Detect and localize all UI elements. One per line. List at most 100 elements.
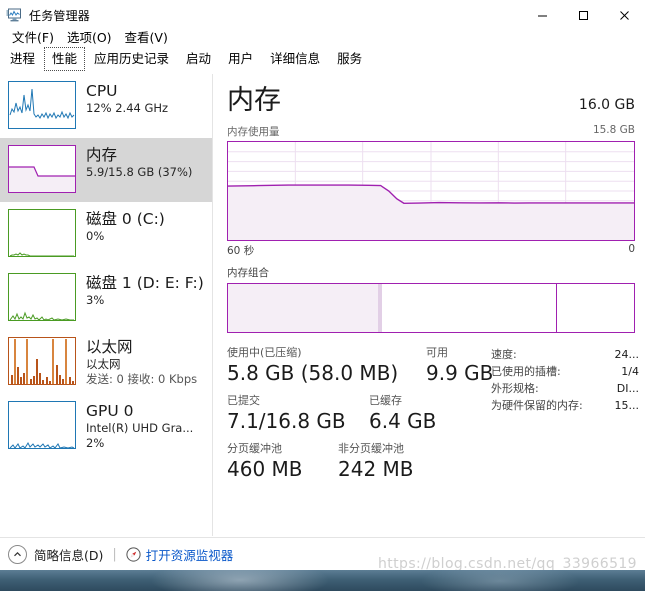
menu-bar: 文件(F) 选项(O) 查看(V) <box>0 26 645 46</box>
sidebar-item-gpu0[interactable]: GPU 0 Intel(R) UHD Gra... 2% <box>0 394 212 458</box>
hw-row-slots: 已使用的插槽: 1/4 <box>491 363 639 380</box>
sidebar-item-sub2: 发送: 0 接收: 0 Kbps <box>86 372 198 386</box>
sidebar-item-sub: Intel(R) UHD Gra... <box>86 421 194 435</box>
memory-usage-graph[interactable] <box>227 141 635 241</box>
graph-header: 内存使用量 15.8 GB <box>227 124 635 139</box>
compass-icon[interactable] <box>126 546 141 562</box>
hw-value: DI... <box>616 382 639 395</box>
stat-nonpaged-pool: 非分页缓冲池 242 MB <box>338 441 414 482</box>
menu-file[interactable]: 文件(F) <box>6 26 61 47</box>
sidebar-item-sub: 12% 2.44 GHz <box>86 101 169 115</box>
hw-row-reserved: 为硬件保留的内存: 15... <box>491 397 639 414</box>
memory-composition-bar[interactable] <box>227 283 635 333</box>
composition-title: 内存组合 <box>227 267 269 279</box>
status-separator: | <box>112 546 117 562</box>
taskmanager-icon <box>5 6 23 24</box>
task-manager-window: 任务管理器 文件(F) 选项(O) 查看(V) 进程 性能 应用历史记录 启动 … <box>0 0 645 591</box>
window-title: 任务管理器 <box>29 8 91 23</box>
sidebar-item-memory[interactable]: 内存 5.9/15.8 GB (37%) <box>0 138 212 202</box>
desktop-highlight-right <box>420 570 580 591</box>
stat-value: 242 MB <box>338 457 414 481</box>
hw-row-speed: 速度: 24... <box>491 346 639 363</box>
gpu0-thumbnail <box>8 401 76 449</box>
tab-services[interactable]: 服务 <box>329 47 370 71</box>
desktop-background <box>0 570 645 591</box>
stat-paged-pool: 分页缓冲池 460 MB <box>227 441 303 482</box>
content-area: CPU 12% 2.44 GHz 内存 5.9/15.8 GB (37%) 磁盘… <box>0 74 645 536</box>
graph-time-right: 0 <box>628 243 635 255</box>
hw-value: 15... <box>614 399 640 412</box>
stat-available: 可用 9.9 GB <box>426 345 493 386</box>
hw-value: 24... <box>614 348 640 361</box>
stat-value: 7.1/16.8 GB <box>227 409 346 433</box>
graph-axis-labels: 60 秒 0 <box>227 243 635 258</box>
hw-caption: 外形规格: <box>491 382 539 395</box>
hw-caption: 已使用的插槽: <box>491 365 561 378</box>
composition-segment-free <box>556 284 634 332</box>
composition-segment-standby <box>382 284 557 332</box>
hw-value: 1/4 <box>621 365 639 378</box>
sidebar-item-title: 内存 <box>86 146 118 164</box>
hw-caption: 为硬件保留的内存: <box>491 399 583 412</box>
sidebar-item-disk1[interactable]: 磁盘 1 (D: E: F:) 3% <box>0 266 212 330</box>
stat-value: 9.9 GB <box>426 361 494 385</box>
stat-value: 6.4 GB <box>369 409 437 433</box>
sidebar-item-sub: 3% <box>86 293 105 307</box>
stat-caption: 使用中(已压缩) <box>227 346 302 359</box>
sidebar-item-ethernet[interactable]: 以太网 以太网 发送: 0 接收: 0 Kbps <box>0 330 212 394</box>
sidebar-item-title: 磁盘 0 (C:) <box>86 210 165 228</box>
stat-value: 460 MB <box>227 457 303 481</box>
chevron-up-icon[interactable] <box>8 544 27 564</box>
tab-bar: 进程 性能 应用历史记录 启动 用户 详细信息 服务 <box>0 47 645 71</box>
stat-caption: 非分页缓冲池 <box>338 442 404 455</box>
sidebar-item-sub2: 2% <box>86 436 105 450</box>
disk0-thumbnail <box>8 209 76 257</box>
stat-value: 5.8 GB (58.0 MB) <box>227 361 399 385</box>
sidebar-item-sub: 以太网 <box>86 357 121 371</box>
graph-time-left: 60 秒 <box>227 245 255 257</box>
tab-processes[interactable]: 进程 <box>2 47 43 71</box>
tab-startup[interactable]: 启动 <box>178 47 219 71</box>
memory-thumbnail <box>8 145 76 193</box>
stat-caption: 可用 <box>426 346 448 359</box>
sidebar-item-sub: 0% <box>86 229 105 243</box>
stat-caption: 已缓存 <box>369 394 402 407</box>
sidebar-item-cpu[interactable]: CPU 12% 2.44 GHz <box>0 74 212 138</box>
tab-details[interactable]: 详细信息 <box>262 47 328 71</box>
fewer-details-button[interactable]: 简略信息(D) <box>34 545 103 564</box>
stat-cached: 已缓存 6.4 GB <box>369 393 436 434</box>
cpu-thumbnail <box>8 81 76 129</box>
tab-app-history[interactable]: 应用历史记录 <box>86 47 177 71</box>
open-resource-monitor-link[interactable]: 打开资源监视器 <box>146 545 234 564</box>
tab-users[interactable]: 用户 <box>220 47 261 71</box>
graph-title: 内存使用量 <box>227 126 280 138</box>
memory-statistics: 使用中(已压缩) 5.8 GB (58.0 MB) 可用 9.9 GB 已提交 … <box>227 343 639 493</box>
ethernet-thumbnail <box>8 337 76 385</box>
hw-caption: 速度: <box>491 348 517 361</box>
status-bar: 简略信息(D) | 打开资源监视器 <box>0 537 645 570</box>
resource-sidebar[interactable]: CPU 12% 2.44 GHz 内存 5.9/15.8 GB (37%) 磁盘… <box>0 74 213 536</box>
sidebar-item-title: CPU <box>86 82 118 100</box>
graph-max-label: 15.8 GB <box>592 124 635 136</box>
stat-committed: 已提交 7.1/16.8 GB <box>227 393 346 434</box>
composition-segment-in-use <box>228 284 379 332</box>
sidebar-item-sub: 5.9/15.8 GB (37%) <box>86 165 193 179</box>
sidebar-item-title: 以太网 <box>86 338 133 356</box>
sidebar-item-title: GPU 0 <box>86 402 134 420</box>
menu-view[interactable]: 查看(V) <box>119 26 175 47</box>
menu-options[interactable]: 选项(O) <box>61 26 119 47</box>
page-title: 内存 <box>227 85 281 116</box>
stat-caption: 分页缓冲池 <box>227 442 282 455</box>
sidebar-item-title: 磁盘 1 (D: E: F:) <box>86 274 204 292</box>
disk1-thumbnail <box>8 273 76 321</box>
tab-performance[interactable]: 性能 <box>44 47 86 71</box>
sidebar-item-disk0[interactable]: 磁盘 0 (C:) 0% <box>0 202 212 266</box>
stat-caption: 已提交 <box>227 394 260 407</box>
detail-header: 内存 16.0 GB <box>227 84 635 118</box>
desktop-highlight-left <box>150 570 330 591</box>
hw-row-formfactor: 外形规格: DI... <box>491 380 639 397</box>
memory-detail-pane: 内存 16.0 GB 内存使用量 15.8 GB 60 秒 0 内存组合 使用中… <box>214 74 645 536</box>
memory-capacity: 16.0 GB <box>578 97 635 113</box>
hardware-info-list: 速度: 24... 已使用的插槽: 1/4 外形规格: DI... 为硬件保留的… <box>491 346 639 414</box>
stat-in-use: 使用中(已压缩) 5.8 GB (58.0 MB) <box>227 345 398 386</box>
